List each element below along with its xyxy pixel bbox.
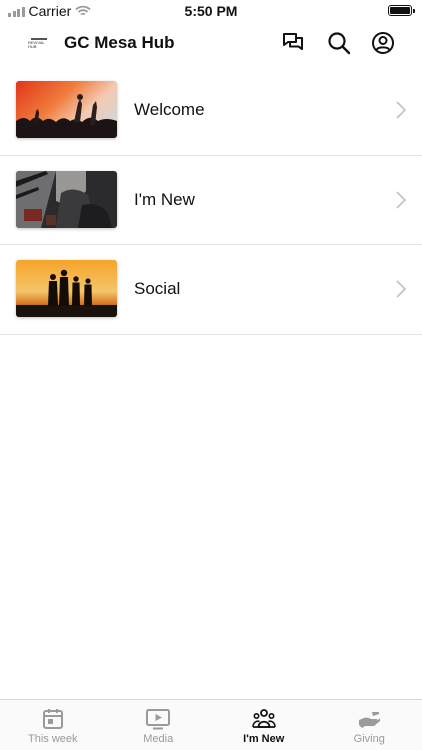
list-item-social[interactable]: Social (0, 245, 422, 335)
group-icon (251, 708, 276, 730)
tab-im-new[interactable]: I'm New (211, 700, 317, 750)
list-item-im-new[interactable]: I'm New (0, 156, 422, 245)
list-item-label: Welcome (134, 100, 205, 119)
search-icon[interactable] (327, 31, 351, 55)
tab-label: This week (27, 733, 78, 745)
calendar-icon (41, 708, 65, 730)
giving-hand-icon (357, 708, 381, 730)
status-time: 5:50 PM (184, 3, 238, 19)
content-list: Welcome I'm New Social (0, 66, 422, 335)
list-item-label: Social (134, 279, 181, 298)
tab-label: Giving (353, 733, 385, 745)
play-video-icon (146, 708, 171, 730)
status-bar: Carrier 5:50 PM (0, 0, 422, 22)
chat-icon[interactable] (281, 31, 305, 55)
chevron-right-icon (396, 190, 407, 209)
page-title: GC Mesa Hub (64, 33, 175, 52)
tab-media[interactable]: Media (106, 700, 212, 750)
chevron-right-icon (396, 101, 407, 119)
list-item-welcome[interactable]: Welcome (0, 66, 422, 156)
battery-icon (388, 5, 415, 16)
tab-giving[interactable]: Giving (317, 700, 422, 750)
people-sitting-image (16, 170, 117, 228)
sunset-silhouettes-image (16, 260, 117, 317)
profile-icon[interactable] (371, 31, 395, 55)
chevron-right-icon (396, 280, 407, 298)
tab-label: Media (143, 733, 174, 745)
app-header: REVIVAL HUB GC Mesa Hub (0, 26, 422, 60)
tab-label: I'm New (243, 733, 285, 745)
concert-crowd-image (16, 81, 117, 138)
tab-bar: This week Media I'm New Giving (0, 699, 422, 750)
list-item-label: I'm New (134, 189, 195, 209)
tab-this-week[interactable]: This week (0, 700, 106, 750)
app-logo: REVIVAL HUB (28, 36, 50, 50)
